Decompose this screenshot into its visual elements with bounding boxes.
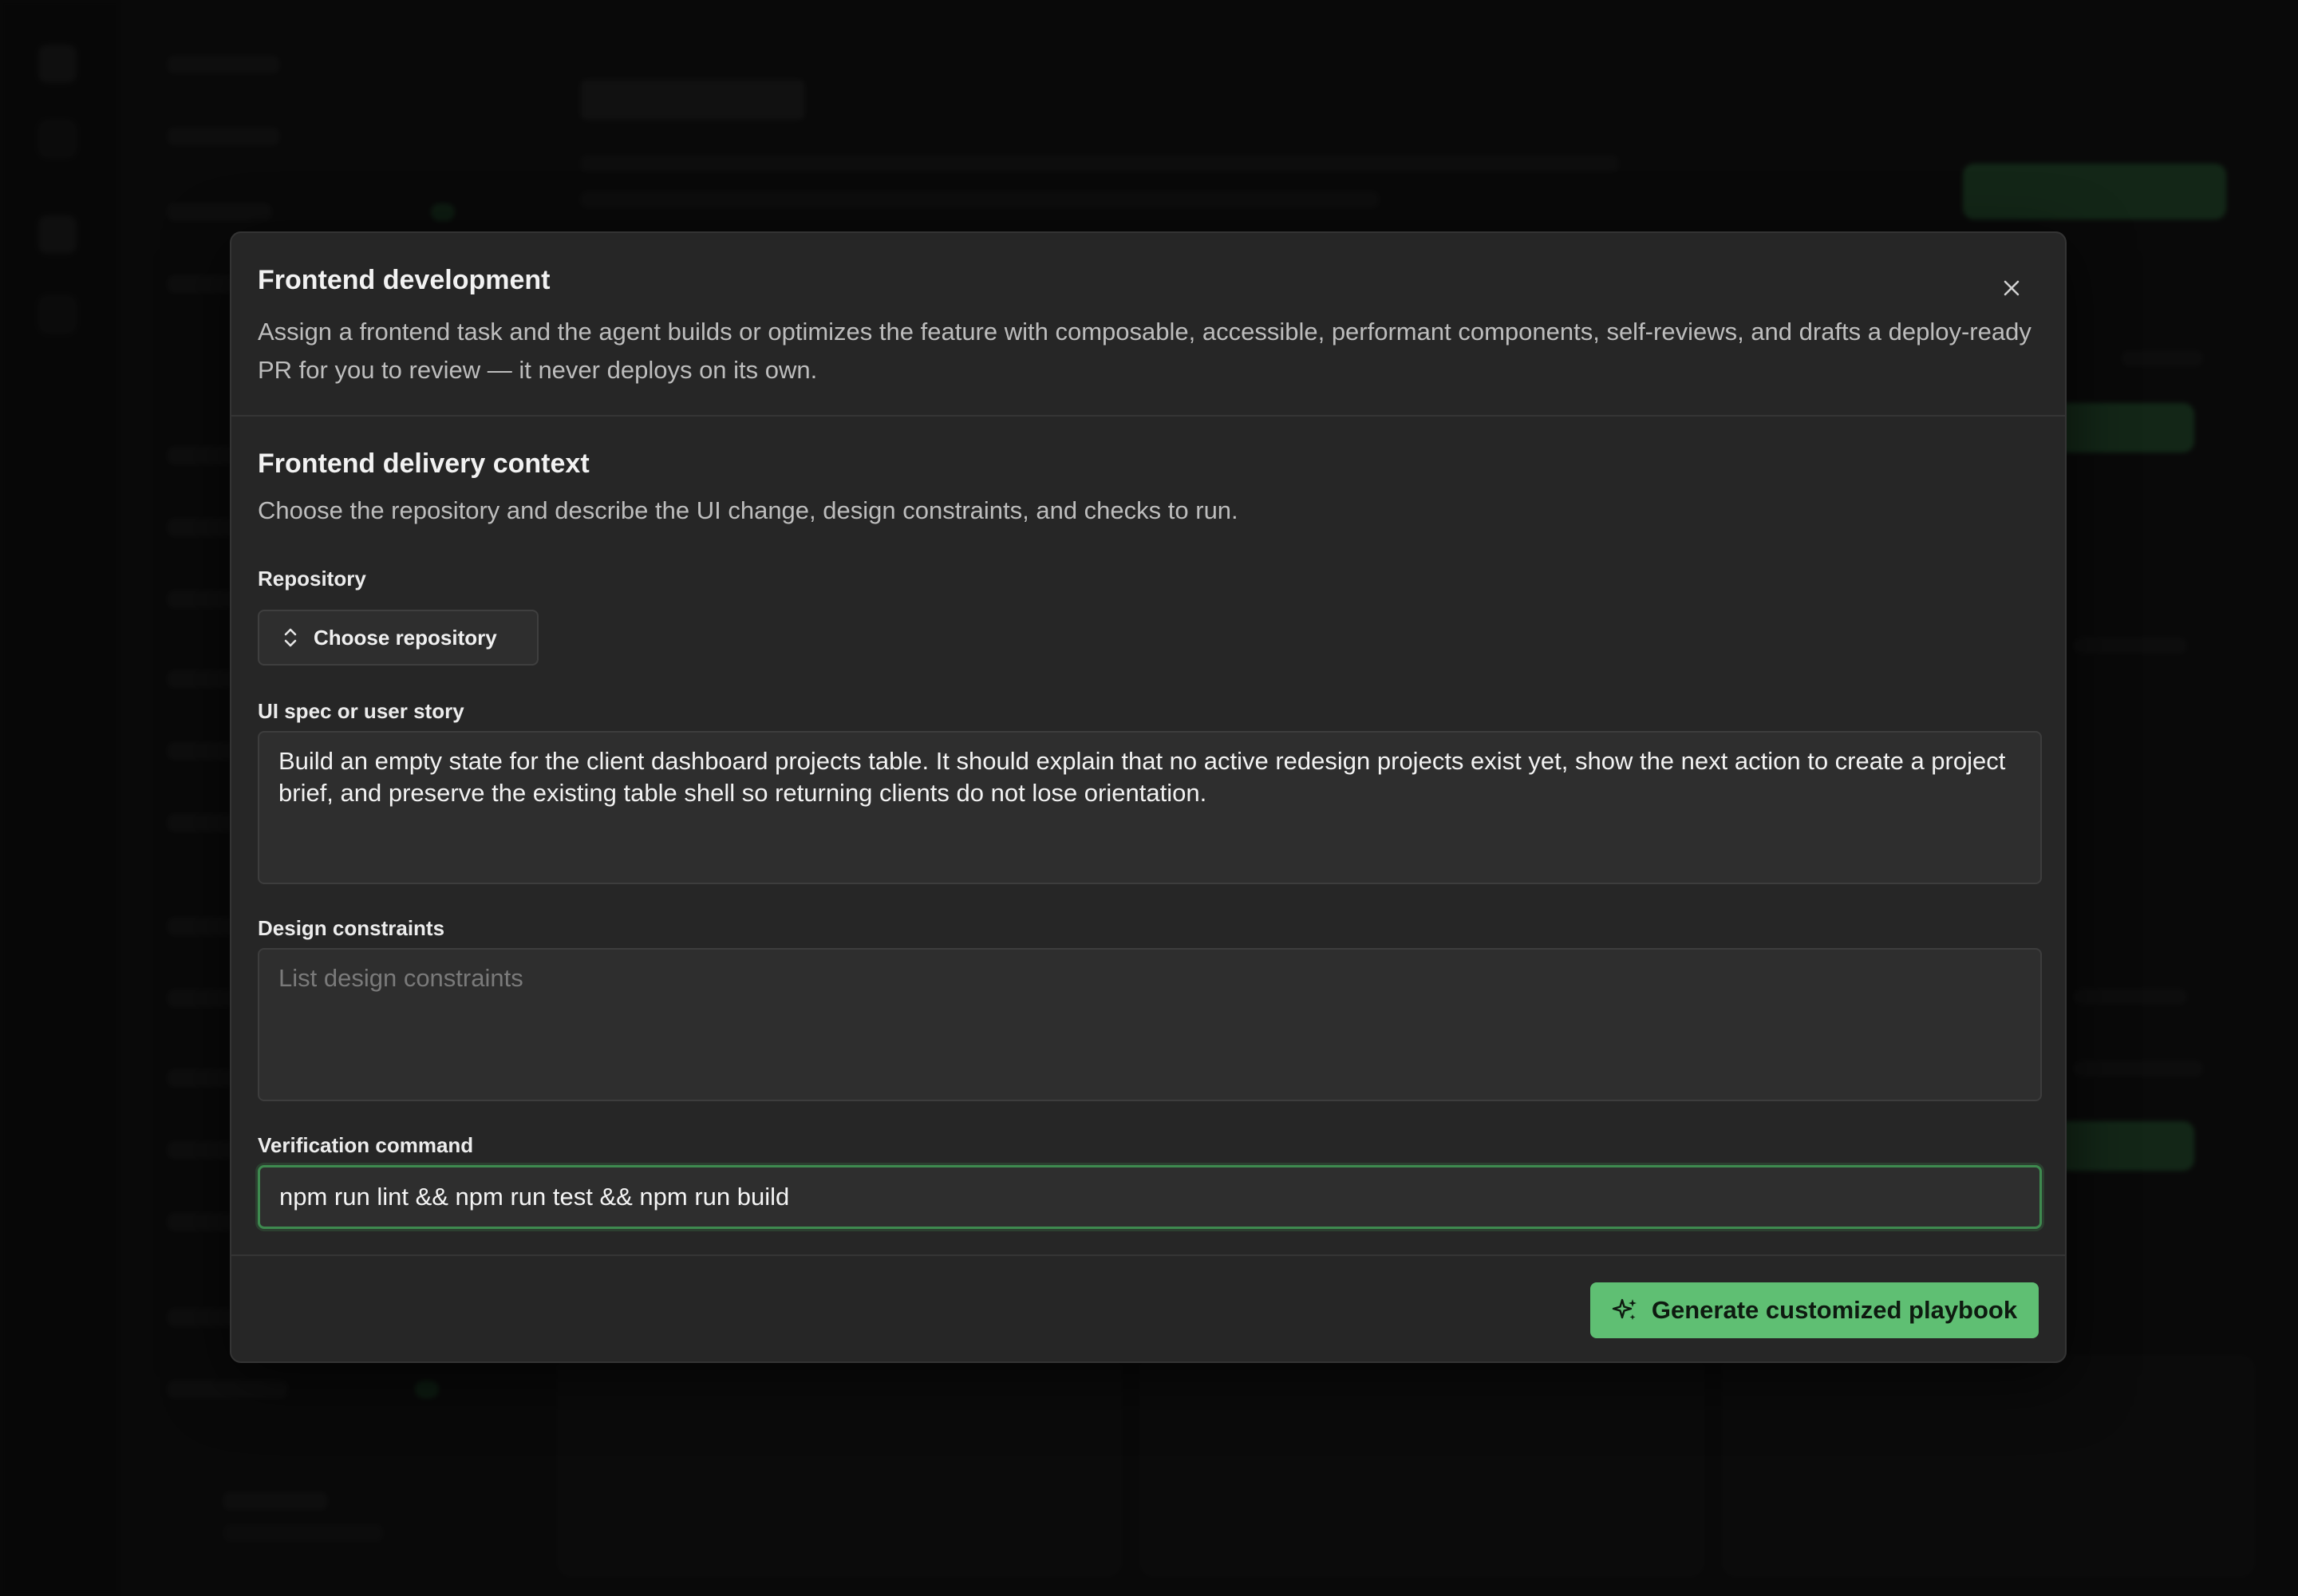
choose-repository-label: Choose repository [314,625,497,650]
modal-description: Assign a frontend task and the agent bui… [258,318,2031,384]
ui-spec-label: UI spec or user story [258,699,464,723]
verification-command-input[interactable]: npm run lint && npm run test && npm run … [258,1165,2042,1229]
divider [231,415,2065,417]
repository-label: Repository [258,567,366,591]
close-icon [2004,280,2020,296]
verification-command-label: Verification command [258,1133,474,1157]
playbook-modal: Frontend development Assign a frontend t… [230,231,2067,1363]
sparkles-icon [1612,1298,1637,1320]
modal-title: Frontend development [258,265,551,295]
chevron-up-down-icon [284,628,297,647]
design-constraints-textarea[interactable]: List design constraints [258,948,2042,1101]
generate-playbook-label: Generate customized playbook [1651,1296,2018,1324]
divider [231,1254,2065,1256]
ui-spec-textarea[interactable]: Build an empty state for the client dash… [258,731,2042,884]
choose-repository-button[interactable]: Choose repository [258,610,539,666]
design-constraints-label: Design constraints [258,916,445,940]
generate-playbook-button[interactable]: Generate customized playbook [1590,1282,2039,1338]
section-title: Frontend delivery context [258,448,590,479]
section-description: Choose the repository and describe the U… [258,496,1238,524]
close-button[interactable] [1993,270,2030,306]
